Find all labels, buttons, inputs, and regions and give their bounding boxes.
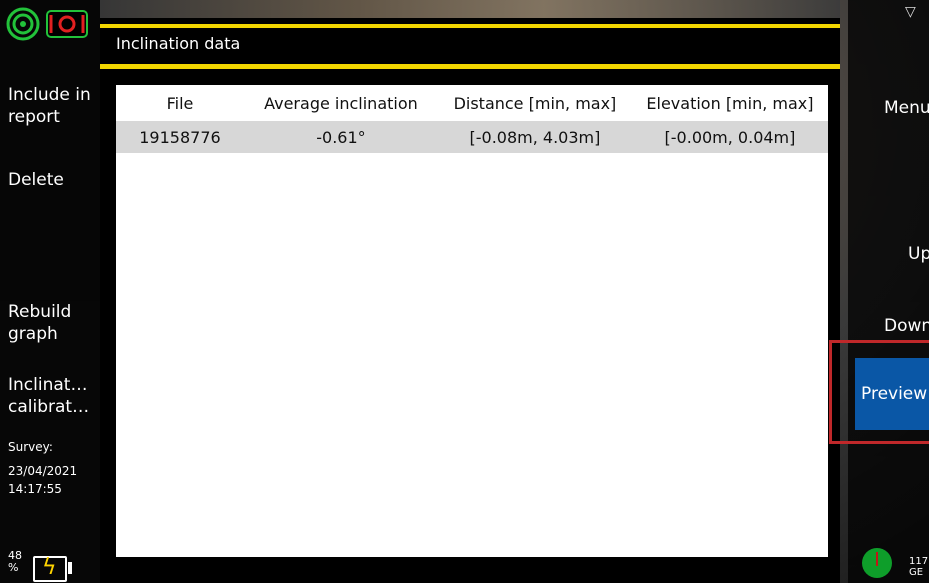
status-label: GE xyxy=(909,567,924,578)
include-in-report-button[interactable]: Include in report xyxy=(8,84,98,128)
dialog-title: Inclination data xyxy=(116,34,241,53)
header-file[interactable]: File xyxy=(116,85,244,121)
inclination-calibration-button[interactable]: Inclinat… calibrat… xyxy=(8,374,98,418)
battery-tip xyxy=(68,562,72,574)
gps-indicator-line xyxy=(876,552,878,566)
brand-logo-icon xyxy=(6,7,88,41)
status-readout: 117 GE xyxy=(909,556,928,578)
battery-percent: 48 % xyxy=(8,549,22,574)
cell-file: 19158776 xyxy=(116,121,244,153)
inclination-table-panel: File Average inclination Distance [min, … xyxy=(116,85,828,557)
dialog-top-accent xyxy=(100,24,840,28)
header-elevation[interactable]: Elevation [min, max] xyxy=(632,85,828,121)
survey-date: 23/04/2021 xyxy=(8,464,78,478)
inclination-dialog: Inclination data File Average inclinatio… xyxy=(100,18,840,583)
inclination-table: File Average inclination Distance [min, … xyxy=(116,85,828,153)
table-header-row: File Average inclination Distance [min, … xyxy=(116,85,828,121)
preview-button[interactable]: Preview xyxy=(855,358,929,430)
right-sidebar: Menu Up Down xyxy=(848,0,929,583)
rebuild-graph-button[interactable]: Rebuild graph xyxy=(8,301,98,345)
dialog-title-divider xyxy=(100,64,840,69)
up-button[interactable]: Up xyxy=(908,244,929,264)
cell-elevation: [-0.00m, 0.04m] xyxy=(631,121,828,153)
delete-button[interactable]: Delete xyxy=(8,169,98,191)
status-value: 117 xyxy=(909,556,929,567)
left-sidebar: Include in report Delete Rebuild graph I… xyxy=(0,0,100,583)
menu-button[interactable]: Menu xyxy=(884,98,929,118)
cell-average-inclination: -0.61° xyxy=(243,121,438,153)
survey-time: 14:17:55 xyxy=(8,482,62,496)
down-button[interactable]: Down xyxy=(884,316,929,336)
signal-icon: ▽ xyxy=(905,4,916,20)
table-row[interactable]: 19158776 -0.61° [-0.08m, 4.03m] [-0.00m,… xyxy=(116,121,828,153)
charging-bolt-icon: ϟ xyxy=(42,555,57,580)
header-average-inclination[interactable]: Average inclination xyxy=(244,85,438,121)
cell-distance: [-0.08m, 4.03m] xyxy=(437,121,632,153)
header-distance[interactable]: Distance [min, max] xyxy=(438,85,632,121)
survey-label: Survey: xyxy=(8,440,53,454)
